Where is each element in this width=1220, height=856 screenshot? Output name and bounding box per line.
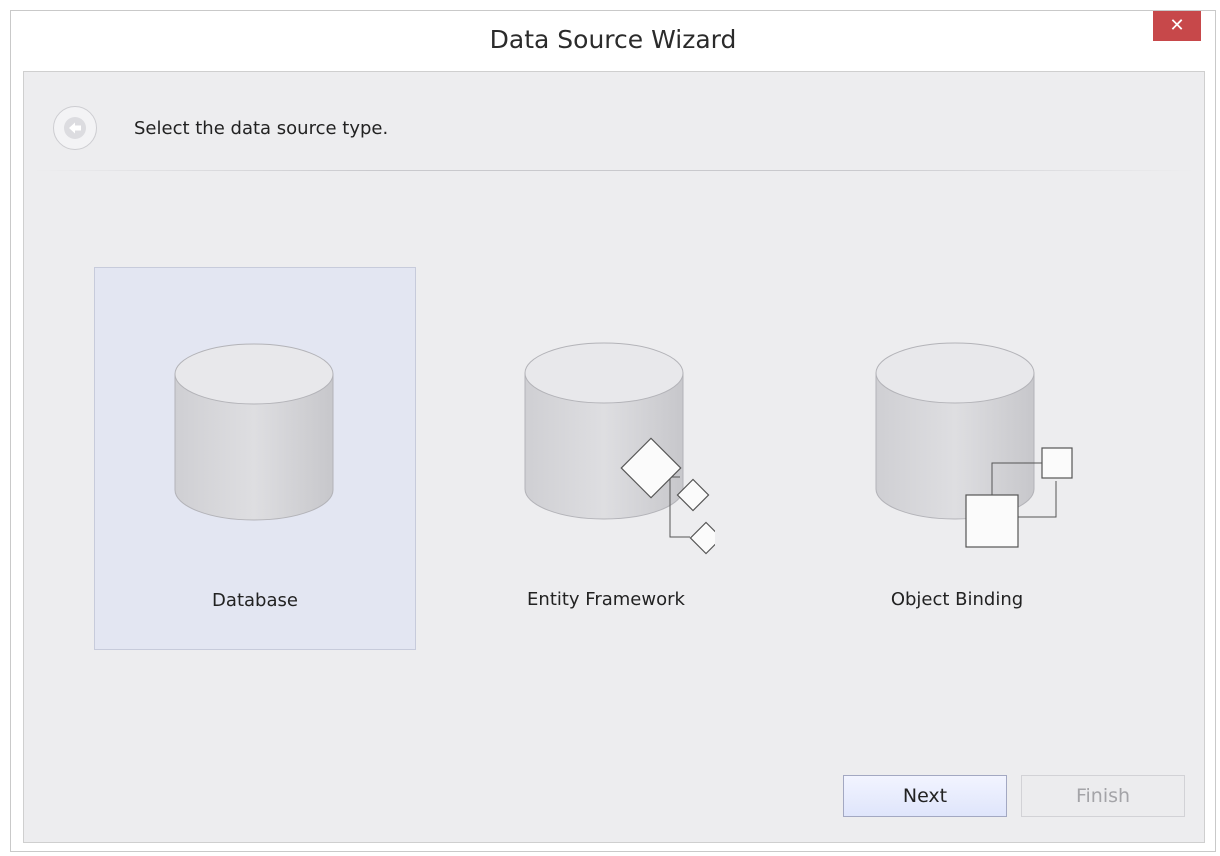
close-button[interactable]: ✕ (1153, 11, 1201, 41)
wizard-window: Data Source Wizard ✕ Select the data sou… (10, 10, 1216, 852)
tile-label: Entity Framework (527, 589, 685, 610)
next-button[interactable]: Next (843, 775, 1007, 817)
tile-entity-framework[interactable]: Entity Framework (445, 267, 767, 650)
entity-framework-icon (524, 342, 715, 555)
window-title: Data Source Wizard (489, 25, 737, 54)
header-divider (34, 170, 1194, 171)
wizard-content: Select the data source type. Database En… (23, 71, 1205, 843)
back-arrow-icon (64, 117, 86, 139)
wizard-header: Select the data source type. (24, 72, 1204, 172)
object-binding-icon (875, 342, 1073, 548)
page-subtitle: Select the data source type. (134, 118, 389, 139)
back-button[interactable] (53, 106, 97, 150)
tile-object-binding[interactable]: Object Binding (796, 267, 1118, 650)
title-bar: Data Source Wizard ✕ (11, 11, 1215, 71)
finish-button: Finish (1021, 775, 1185, 817)
tile-database[interactable]: Database (94, 267, 416, 650)
tile-label: Database (212, 590, 298, 611)
tile-label: Object Binding (890, 589, 1024, 610)
database-icon (174, 343, 334, 521)
close-icon: ✕ (1169, 15, 1185, 36)
